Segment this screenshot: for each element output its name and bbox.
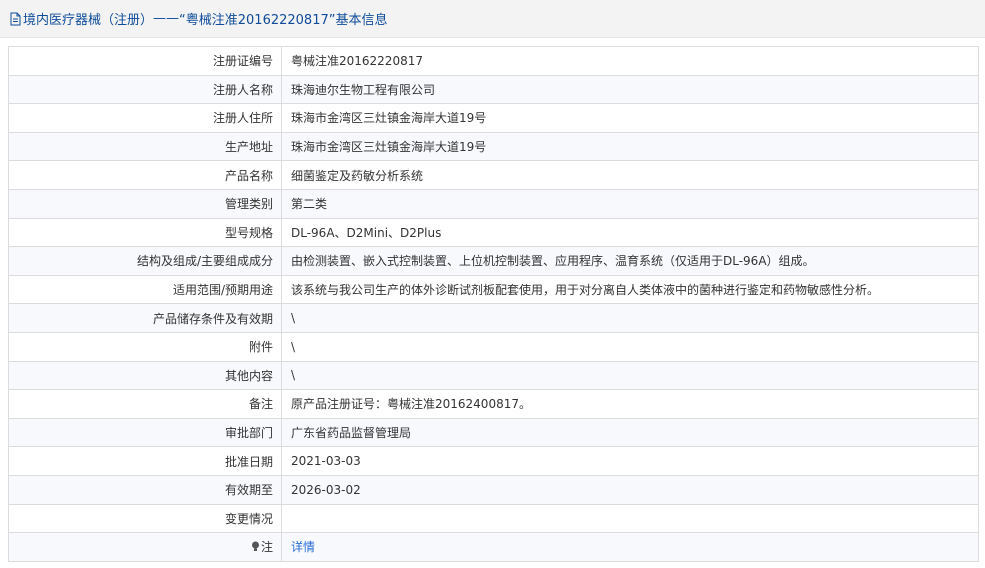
- row-value: 由检测装置、嵌入式控制装置、上位机控制装置、应用程序、温育系统（仅适用于DL-9…: [281, 246, 979, 276]
- row-label: 其他内容: [8, 360, 282, 391]
- row-value: 该系统与我公司生产的体外诊断试剂板配套使用，用于对分离自人类体液中的菌种进行鉴定…: [281, 274, 979, 305]
- table-row: 批准日期 2021-03-03: [8, 446, 979, 476]
- table-row: 适用范围/预期用途 该系统与我公司生产的体外诊断试剂板配套使用，用于对分离自人类…: [8, 274, 979, 305]
- row-value: 第二类: [281, 188, 979, 219]
- row-label: 批准日期: [8, 446, 282, 476]
- row-value: 珠海市金湾区三灶镇金海岸大道19号: [281, 131, 979, 162]
- table-row: 审批部门 广东省药品监督管理局: [8, 417, 979, 448]
- row-value: 原产品注册证号：粤械注准20162400817。: [281, 389, 979, 419]
- breadcrumb-category: 境内医疗器械（注册）: [23, 13, 154, 28]
- table-row: 型号规格 DL-96A、D2Mini、D2Plus: [8, 217, 979, 248]
- row-label: 型号规格: [8, 217, 282, 248]
- document-icon: [9, 12, 22, 26]
- row-value: \: [281, 303, 979, 333]
- table-row: 注册人名称 珠海迪尔生物工程有限公司: [8, 74, 979, 105]
- table-row: 有效期至 2026-03-02: [8, 474, 979, 505]
- note-value-cell: 详情: [281, 532, 979, 562]
- table-row: 附件 \: [8, 331, 979, 362]
- row-value: 广东省药品监督管理局: [281, 417, 979, 448]
- row-value: [281, 503, 979, 534]
- table-row: 管理类别 第二类: [8, 188, 979, 219]
- row-label: 有效期至: [8, 474, 282, 505]
- row-value: 珠海迪尔生物工程有限公司: [281, 74, 979, 105]
- table-row: 注册证编号 粤械注准20162220817: [8, 46, 979, 76]
- table-row: 产品名称 细菌鉴定及药敏分析系统: [8, 160, 979, 190]
- row-value: 2021-03-03: [281, 446, 979, 476]
- row-label: 审批部门: [8, 417, 282, 448]
- note-label: 注: [260, 540, 273, 555]
- row-label: 附件: [8, 331, 282, 362]
- registration-info-table: 注册证编号 粤械注准20162220817 注册人名称 珠海迪尔生物工程有限公司…: [8, 46, 979, 562]
- row-label: 变更情况: [8, 503, 282, 534]
- lightbulb-icon: [251, 541, 260, 552]
- table-row: 变更情况: [8, 503, 979, 534]
- row-value: \: [281, 331, 979, 362]
- row-label: 适用范围/预期用途: [8, 274, 282, 305]
- row-value: DL-96A、D2Mini、D2Plus: [281, 217, 979, 248]
- row-label: 产品名称: [8, 160, 282, 190]
- row-label: 产品储存条件及有效期: [8, 303, 282, 333]
- table-row: 注册人住所 珠海市金湾区三灶镇金海岸大道19号: [8, 103, 979, 133]
- table-row: 结构及组成/主要组成成分 由检测装置、嵌入式控制装置、上位机控制装置、应用程序、…: [8, 246, 979, 276]
- row-value: \: [281, 360, 979, 391]
- row-label: 备注: [8, 389, 282, 419]
- row-label: 管理类别: [8, 188, 282, 219]
- table-row: 备注 原产品注册证号：粤械注准20162400817。: [8, 389, 979, 419]
- breadcrumb-separator: ——: [153, 11, 180, 26]
- row-label: 注册证编号: [8, 46, 282, 76]
- row-value: 2026-03-02: [281, 474, 979, 505]
- row-value: 粤械注准20162220817: [281, 46, 979, 76]
- row-value: 珠海市金湾区三灶镇金海岸大道19号: [281, 103, 979, 133]
- row-label: 注册人名称: [8, 74, 282, 105]
- row-label: 注册人住所: [8, 103, 282, 133]
- row-label: 结构及组成/主要组成成分: [8, 246, 282, 276]
- note-row: 注 详情: [8, 532, 979, 562]
- row-value: 细菌鉴定及药敏分析系统: [281, 160, 979, 190]
- table-row: 产品储存条件及有效期 \: [8, 303, 979, 333]
- table-row: 其他内容 \: [8, 360, 979, 391]
- page-title-bar: 境内医疗器械（注册） —— “粤械注准20162220817”基本信息: [0, 0, 985, 38]
- table-row: 生产地址 珠海市金湾区三灶镇金海岸大道19号: [8, 131, 979, 162]
- detail-link[interactable]: 详情: [291, 540, 315, 554]
- row-label: 生产地址: [8, 131, 282, 162]
- note-label-cell: 注: [8, 532, 282, 562]
- page-title: “粤械注准20162220817”基本信息: [179, 13, 388, 28]
